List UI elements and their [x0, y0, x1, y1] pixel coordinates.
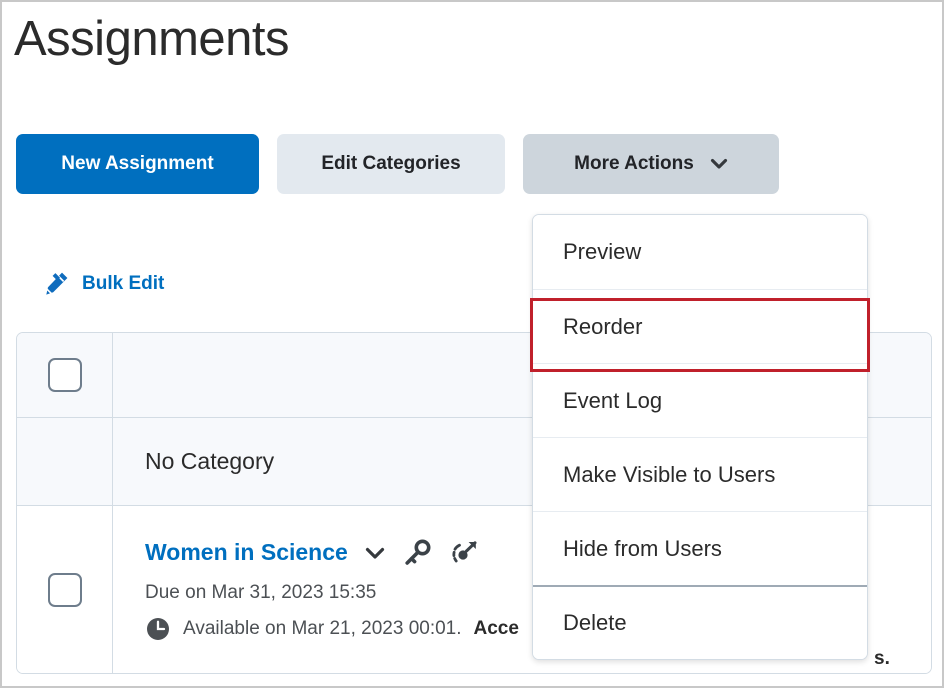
- menu-item-hide-from-users[interactable]: Hide from Users: [533, 511, 867, 585]
- menu-item-reorder[interactable]: Reorder: [533, 289, 867, 363]
- category-checkbox-cell: [17, 418, 113, 505]
- special-access-icon[interactable]: [448, 538, 480, 568]
- edit-categories-label: Edit Categories: [321, 153, 461, 174]
- header-checkbox-cell: [17, 333, 113, 417]
- availability-text: Available on Mar 21, 2023 00:01.: [183, 617, 462, 639]
- clock-icon: [145, 616, 171, 642]
- page-title: Assignments: [14, 12, 290, 66]
- assignment-checkbox[interactable]: [47, 572, 82, 607]
- bulk-edit-button[interactable]: Bulk Edit: [42, 270, 164, 298]
- assignment-name-link[interactable]: Women in Science: [145, 539, 348, 566]
- menu-item-make-visible-to-users[interactable]: Make Visible to Users: [533, 437, 867, 511]
- chevron-down-icon[interactable]: [364, 542, 386, 564]
- edit-categories-button[interactable]: Edit Categories: [277, 134, 505, 194]
- menu-item-preview[interactable]: Preview: [533, 215, 867, 289]
- toolbar: New Assignment Edit Categories More Acti…: [16, 134, 779, 194]
- key-icon[interactable]: [402, 538, 432, 568]
- bulk-edit-label: Bulk Edit: [82, 273, 165, 294]
- select-all-checkbox[interactable]: [47, 358, 82, 392]
- assignment-checkbox-cell: [17, 506, 113, 673]
- assignments-page: Assignments New Assignment Edit Categori…: [0, 0, 944, 688]
- menu-item-delete[interactable]: Delete: [533, 585, 867, 659]
- availability-text-tail: s.: [874, 648, 890, 669]
- pencil-edit-icon: [42, 270, 70, 298]
- more-actions-label: More Actions: [574, 153, 694, 174]
- new-assignment-label: New Assignment: [61, 153, 214, 174]
- more-actions-button[interactable]: More Actions: [523, 134, 779, 194]
- new-assignment-button[interactable]: New Assignment: [16, 134, 259, 194]
- more-actions-menu: Preview Reorder Event Log Make Visible t…: [532, 214, 868, 660]
- chevron-down-icon: [710, 155, 728, 173]
- menu-item-event-log[interactable]: Event Log: [533, 363, 867, 437]
- availability-access-text: Acce: [473, 617, 519, 639]
